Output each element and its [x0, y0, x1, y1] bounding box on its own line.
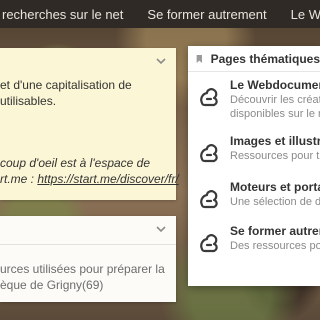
content-card-resources: urces utilisées pour préparer la èque de… — [0, 216, 176, 302]
item-title: Moteurs et portails — [230, 180, 320, 194]
start-me-logo-icon — [200, 234, 218, 253]
item-title: Le Webdocumenta — [230, 78, 320, 92]
item-description: Ressources pour t — [230, 150, 320, 162]
card-text-line: rt.me : https://start.me/discover/fr/ — [0, 172, 179, 186]
item-description: disponibles sur le n — [230, 108, 320, 120]
item-title: Images et illustratio — [230, 134, 320, 148]
nav-item-recherches[interactable]: recherches sur le net — [0, 7, 135, 22]
dropdown-item-images[interactable]: Images et illustratio Ressources pour t — [188, 134, 320, 174]
start-me-logo-icon — [200, 144, 218, 163]
start-me-link[interactable]: https://start.me/discover/fr/ — [37, 172, 178, 186]
card-text-prefix: rt.me : — [0, 172, 38, 186]
divider — [0, 244, 176, 245]
start-me-logo-icon — [200, 190, 218, 209]
item-description: Une sélection de d — [230, 196, 320, 208]
nav-item-web-doc[interactable]: Le Web-doc — [279, 7, 320, 22]
nav-item-se-former[interactable]: Se former autrement — [135, 7, 278, 22]
start-me-logo-icon — [200, 88, 218, 107]
card-text-line: utilisables. — [0, 94, 57, 108]
chevron-down-icon[interactable] — [154, 222, 168, 236]
top-navigation: recherches sur le net Se former autremen… — [0, 0, 320, 28]
dropdown-item-moteurs[interactable]: Moteurs et portails Une sélection de d — [188, 180, 320, 220]
item-title: Se former autreme — [230, 224, 320, 238]
dropdown-item-se-former[interactable]: Se former autreme Des ressources po — [188, 224, 320, 264]
content-card-start-me: et d'une capitalisation de utilisables. … — [0, 48, 179, 200]
thematic-pages-dropdown: Pages thématiques Le Webdocumenta Découv… — [188, 46, 320, 286]
dropdown-item-webdocumentaire[interactable]: Le Webdocumenta Découvrir les créat disp… — [188, 78, 320, 120]
card-text-line: èque de Grigny(69) — [0, 278, 104, 292]
chevron-down-icon[interactable] — [154, 54, 168, 68]
bookmark-icon — [196, 54, 202, 63]
card-text-line: et d'une capitalisation de — [0, 78, 132, 92]
item-description: Découvrir les créat — [230, 94, 320, 106]
dropdown-header: Pages thématiques — [188, 46, 320, 72]
card-text-line: coup d'oeil est à l'espace de — [0, 156, 151, 170]
card-text-line: urces utilisées pour préparer la — [0, 262, 165, 276]
item-description: Des ressources po — [230, 240, 320, 252]
dropdown-title: Pages thématiques — [210, 51, 320, 66]
